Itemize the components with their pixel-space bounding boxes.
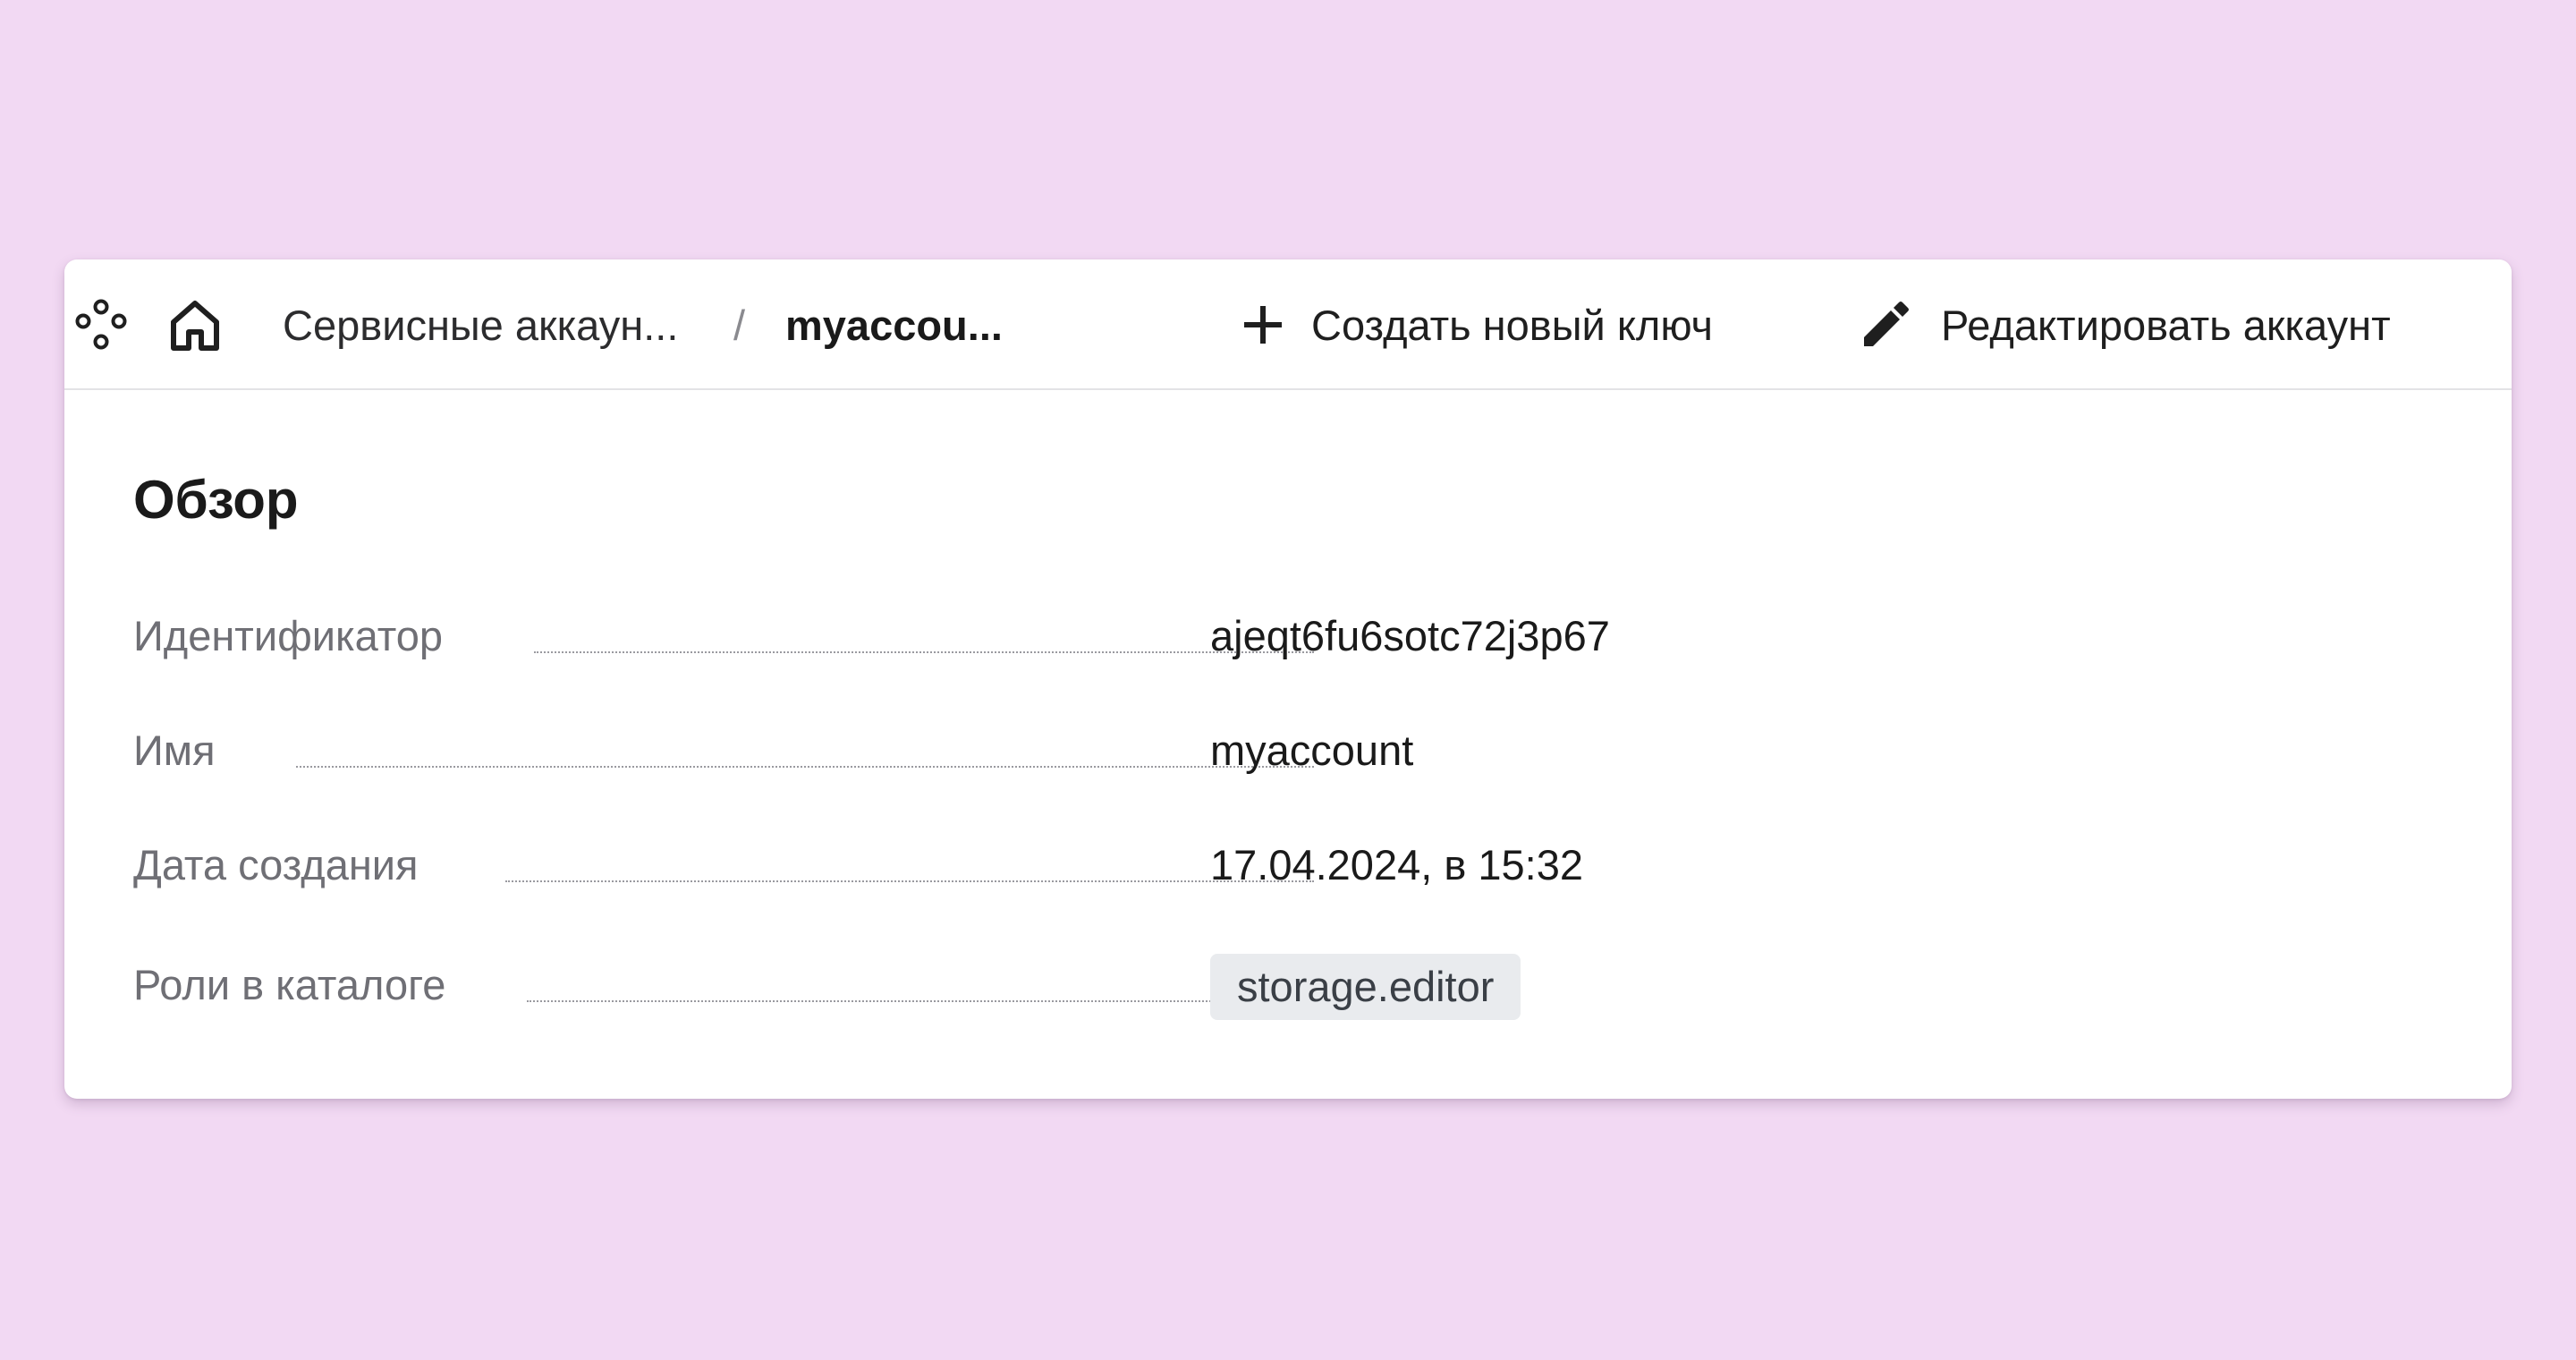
field-row-name: Имя myaccount <box>133 727 1413 774</box>
create-key-button[interactable]: Создать новый ключ <box>1241 259 1713 390</box>
field-value-name: myaccount <box>1210 727 1414 774</box>
field-label-roles: Роли в каталоге <box>133 961 446 1008</box>
edit-account-button[interactable]: Редактировать аккаунт <box>1857 259 2391 390</box>
role-chip[interactable]: storage.editor <box>1210 954 1521 1020</box>
breadcrumb: Сервисные аккаун... <box>283 259 678 390</box>
field-label-created: Дата создания <box>133 841 419 888</box>
dotted-leader <box>527 1000 1314 1002</box>
field-label-id: Идентификатор <box>133 612 443 659</box>
breadcrumb-separator-wrap: / <box>733 259 745 390</box>
create-key-label: Создать новый ключ <box>1311 301 1714 349</box>
service-account-card: Сервисные аккаун... / myaccou... Создать… <box>64 259 2512 1099</box>
home-icon[interactable] <box>168 259 222 390</box>
field-label-name: Имя <box>133 727 216 774</box>
pencil-icon <box>1857 296 1914 353</box>
breadcrumb-current: myaccou... <box>785 301 1003 349</box>
field-row-created: Дата создания 17.04.2024, в 15:32 <box>133 841 1583 888</box>
dotted-leader <box>534 651 1314 653</box>
field-row-roles: Роли в каталоге storage.editor <box>133 954 1521 1020</box>
field-row-id: Идентификатор ajeqt6fu6sotc72j3p67 <box>133 612 1610 659</box>
breadcrumb-separator: / <box>733 301 746 349</box>
breadcrumb-current-wrap: myaccou... <box>785 259 1003 390</box>
dotted-leader <box>505 880 1314 882</box>
edit-account-label: Редактировать аккаунт <box>1941 301 2391 349</box>
field-value-created: 17.04.2024, в 15:32 <box>1210 841 1583 888</box>
services-icon[interactable] <box>75 259 127 390</box>
dotted-leader <box>296 766 1314 768</box>
field-value-id[interactable]: ajeqt6fu6sotc72j3p67 <box>1210 615 1610 657</box>
breadcrumb-parent[interactable]: Сервисные аккаун... <box>283 301 678 350</box>
section-title: Обзор <box>133 470 299 530</box>
plus-icon <box>1241 303 1284 346</box>
page-header: Сервисные аккаун... / myaccou... Создать… <box>64 259 2512 390</box>
